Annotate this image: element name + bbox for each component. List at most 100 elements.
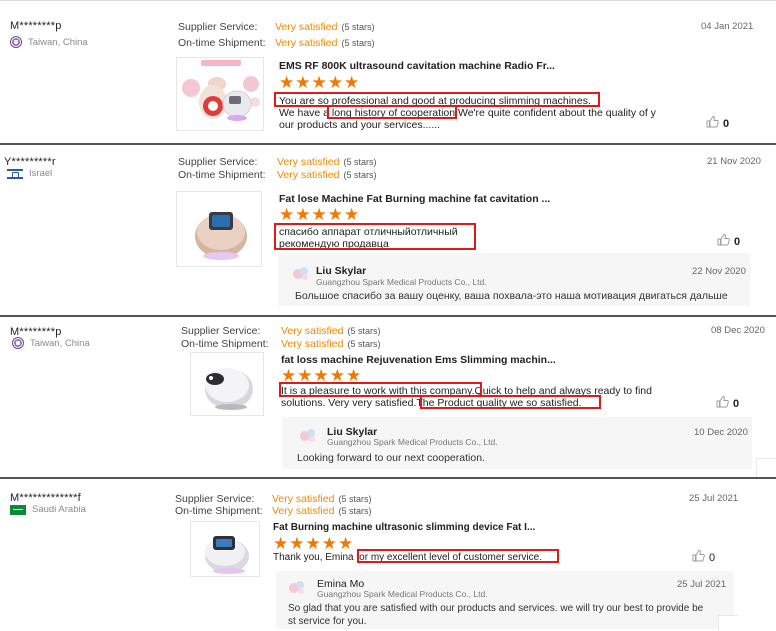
product-title-link[interactable]: Fat Burning machine ultrasonic slimming … [273, 522, 535, 533]
supplier-logo-icon [299, 427, 317, 443]
product-thumbnail[interactable] [176, 191, 262, 267]
scroll-to-top-button[interactable] [718, 615, 738, 631]
buyer-name: Y*********r [4, 156, 56, 168]
buyer-name: M********p [10, 20, 62, 32]
review-stars: ★★★★★ [273, 534, 355, 553]
country-label: Israel [29, 168, 53, 179]
comment-line: our products and your services...... [279, 119, 441, 131]
reply-date: 10 Dec 2020 [694, 427, 748, 438]
reply-company: Guangzhou Spark Medical Products Co., Lt… [316, 277, 487, 287]
on-time-shipment-label: On-time Shipment: [181, 338, 269, 350]
buyer-country: Israel [7, 168, 52, 179]
supplier-service-rating: Very satisfied (5 stars) [275, 21, 374, 33]
divider [0, 315, 776, 317]
supplier-service-rating: Very satisfied (5 stars) [272, 493, 371, 505]
buyer-country: Taiwan, China [12, 337, 90, 349]
comment-line: solutions. Very very satisfied.The Produ… [281, 397, 582, 409]
shipment-rating: Very satisfied (5 stars) [275, 37, 374, 49]
like-button[interactable]: 0 [716, 396, 739, 411]
product-thumbnail[interactable] [176, 57, 264, 131]
supplier-service-rating: Very satisfied (5 stars) [281, 325, 380, 337]
stars-note: (5 stars) [338, 494, 372, 504]
like-button[interactable]: 0 [717, 234, 740, 249]
review-stars: ★★★★★ [279, 205, 361, 224]
supplier-service-rating: Very satisfied (5 stars) [277, 156, 376, 168]
stars-note: (5 stars) [343, 170, 377, 180]
divider [0, 143, 776, 145]
country-label: Saudi Arabia [32, 504, 86, 515]
rating-text: Very satisfied [275, 21, 338, 33]
rating-text: Very satisfied [272, 505, 335, 517]
review-comment: спасибо аппарат отличныйотличный рекомен… [279, 226, 479, 250]
review-card: Y*********r Israel Supplier Service: On-… [0, 143, 776, 315]
country-label: Taiwan, China [30, 337, 90, 349]
comment-line: спасибо аппарат отличныйотличный [279, 226, 458, 238]
review-comment: Thank you, Emina for my excellent level … [273, 552, 673, 564]
thumbs-up-icon [706, 116, 719, 131]
supplier-service-label: Supplier Service: [175, 493, 255, 505]
product-title-link[interactable]: EMS RF 800K ultrasound cavitation machin… [279, 60, 555, 72]
review-comment: It is a pleasure to work with this compa… [281, 385, 701, 409]
product-thumbnail[interactable] [190, 352, 264, 416]
reply-text: Looking forward to our next cooperation. [297, 452, 485, 464]
reply-company: Guangzhou Spark Medical Products Co., Lt… [327, 437, 498, 447]
review-date: 21 Nov 2020 [707, 156, 761, 167]
stars-note: (5 stars) [341, 38, 375, 48]
reply-text: So glad that you are satisfied with our … [288, 602, 728, 628]
scroll-to-top-button[interactable] [756, 458, 776, 477]
review-date: 08 Dec 2020 [711, 325, 765, 336]
reply-author: Liu Skylar [316, 265, 367, 277]
divider [0, 0, 776, 1]
on-time-shipment-label: On-time Shipment: [175, 505, 263, 517]
thumbs-up-icon [716, 396, 729, 411]
comment-line: Thank you, Emina for my excellent level … [273, 552, 542, 563]
rating-text: Very satisfied [275, 37, 338, 49]
on-time-shipment-label: On-time Shipment: [178, 37, 266, 49]
taiwan-flag-icon [12, 337, 24, 349]
product-title-link[interactable]: fat loss machine Rejuvenation Ems Slimmi… [281, 354, 556, 366]
stars-note: (5 stars) [338, 506, 372, 516]
like-count: 0 [733, 397, 740, 410]
review-card: M********p Taiwan, China Supplier Servic… [0, 0, 776, 143]
supplier-service-label: Supplier Service: [181, 325, 261, 337]
rating-text: Very satisfied [281, 338, 344, 350]
like-count: 0 [723, 117, 730, 130]
supplier-reply: Liu Skylar Guangzhou Spark Medical Produ… [282, 417, 752, 469]
product-thumbnail[interactable] [190, 521, 260, 577]
like-button[interactable]: 0 [706, 116, 729, 131]
saudi-arabia-flag-icon [10, 504, 26, 515]
buyer-country: Saudi Arabia [10, 504, 86, 515]
taiwan-flag-icon [10, 36, 22, 48]
supplier-service-label: Supplier Service: [178, 21, 258, 33]
country-label: Taiwan, China [28, 36, 88, 48]
review-stars: ★★★★★ [281, 366, 363, 385]
comment-line: It is a pleasure to work with this compa… [281, 385, 652, 397]
comment-line: рекомендую продавца [279, 238, 389, 250]
shipment-rating: Very satisfied (5 stars) [272, 505, 371, 517]
rating-text: Very satisfied [277, 169, 340, 181]
review-date: 04 Jan 2021 [701, 21, 754, 32]
on-time-shipment-label: On-time Shipment: [178, 169, 266, 181]
reply-text-line: So glad that you are satisfied with our … [288, 603, 704, 614]
supplier-logo-icon [288, 579, 306, 595]
like-count: 0 [709, 551, 716, 564]
product-title-link[interactable]: Fat lose Machine Fat Burning machine fat… [279, 193, 550, 205]
reply-text: Большое спасибо за вашу оценку, ваша пох… [295, 290, 728, 302]
supplier-logo-icon [292, 265, 310, 281]
shipment-rating: Very satisfied (5 stars) [277, 169, 376, 181]
stars-note: (5 stars) [347, 339, 381, 349]
thumbs-up-icon [717, 234, 730, 249]
reply-company: Guangzhou Spark Medical Products Co., Lt… [317, 589, 488, 599]
supplier-reply: Liu Skylar Guangzhou Spark Medical Produ… [278, 253, 750, 306]
reply-date: 22 Nov 2020 [692, 266, 746, 277]
like-button[interactable]: 0 [692, 550, 715, 565]
stars-note: (5 stars) [341, 22, 375, 32]
stars-note: (5 stars) [343, 157, 377, 167]
reply-date: 25 Jul 2021 [677, 579, 727, 590]
supplier-reply: Emina Mo Guangzhou Spark Medical Product… [276, 571, 734, 629]
review-date: 25 Jul 2021 [689, 493, 739, 504]
rating-text: Very satisfied [281, 325, 344, 337]
review-card: M*************f Saudi Arabia Supplier Se… [0, 477, 776, 631]
divider [0, 477, 776, 479]
like-count: 0 [734, 235, 741, 248]
